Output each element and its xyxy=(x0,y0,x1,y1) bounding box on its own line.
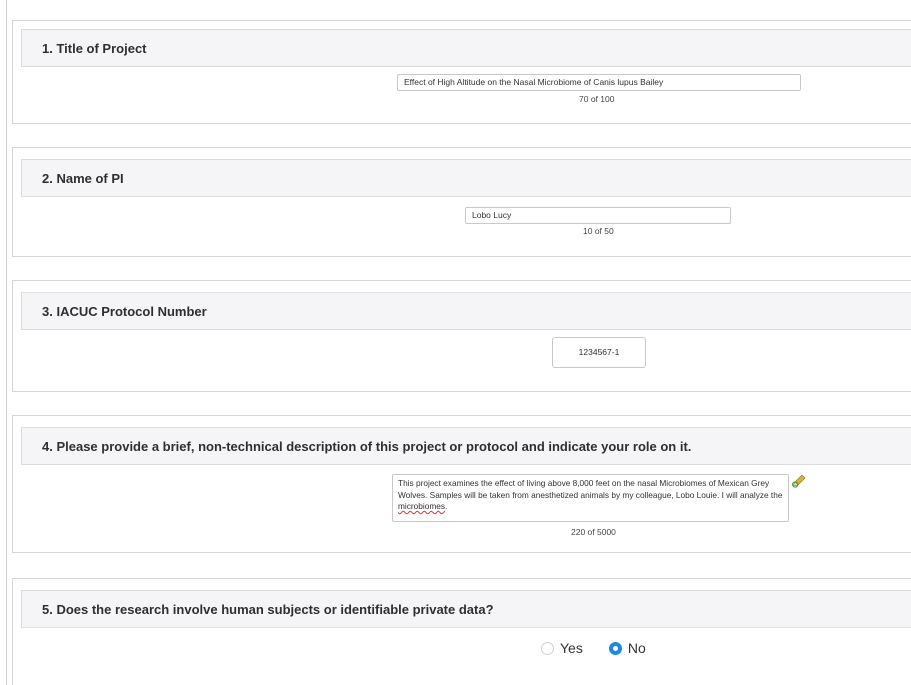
character-counter: 70 of 100 xyxy=(579,94,615,104)
misspelled-word: microbiomes xyxy=(398,501,446,511)
description-text: This project examines the effect of livi… xyxy=(398,478,783,500)
radio-yes[interactable] xyxy=(541,641,554,655)
section-name-of-pi: 2. Name of PI Lobo Lucy 10 of 50 xyxy=(12,147,911,257)
section-human-subjects: 5. Does the research involve human subje… xyxy=(12,578,911,685)
radio-option-no[interactable]: No xyxy=(608,640,646,656)
form-page: 1. Title of Project Effect of High Altit… xyxy=(0,0,911,685)
character-counter: 10 of 50 xyxy=(583,226,614,236)
human-subjects-radio-group: Yes No xyxy=(541,640,672,656)
radio-option-yes[interactable]: Yes xyxy=(541,640,583,656)
section-title: 4. Please provide a brief, non-technical… xyxy=(42,439,692,454)
radio-label-yes: Yes xyxy=(560,640,583,656)
description-textarea[interactable]: This project examines the effect of livi… xyxy=(392,474,789,522)
section-header: 4. Please provide a brief, non-technical… xyxy=(21,427,911,465)
description-text-end: . xyxy=(445,501,448,511)
pi-name-input[interactable]: Lobo Lucy xyxy=(465,207,731,224)
section-title: 3. IACUC Protocol Number xyxy=(42,304,207,319)
section-title: 5. Does the research involve human subje… xyxy=(42,602,494,617)
section-header: 2. Name of PI xyxy=(21,159,911,197)
section-title: 1. Title of Project xyxy=(42,41,147,56)
pencil-icon[interactable] xyxy=(791,474,807,488)
section-header: 5. Does the research involve human subje… xyxy=(21,590,911,628)
section-header: 3. IACUC Protocol Number xyxy=(21,292,911,330)
section-iacuc-protocol: 3. IACUC Protocol Number 1234567-1 xyxy=(12,280,911,392)
character-counter: 220 of 5000 xyxy=(571,527,616,537)
left-border xyxy=(6,0,7,685)
protocol-number-input[interactable]: 1234567-1 xyxy=(552,337,646,368)
project-title-input[interactable]: Effect of High Altitude on the Nasal Mic… xyxy=(397,74,801,91)
section-title: 2. Name of PI xyxy=(42,171,124,186)
section-project-description: 4. Please provide a brief, non-technical… xyxy=(12,415,911,553)
radio-label-no: No xyxy=(627,640,646,656)
radio-no[interactable] xyxy=(608,641,622,655)
section-header: 1. Title of Project xyxy=(21,29,911,67)
section-title-of-project: 1. Title of Project Effect of High Altit… xyxy=(12,20,911,124)
